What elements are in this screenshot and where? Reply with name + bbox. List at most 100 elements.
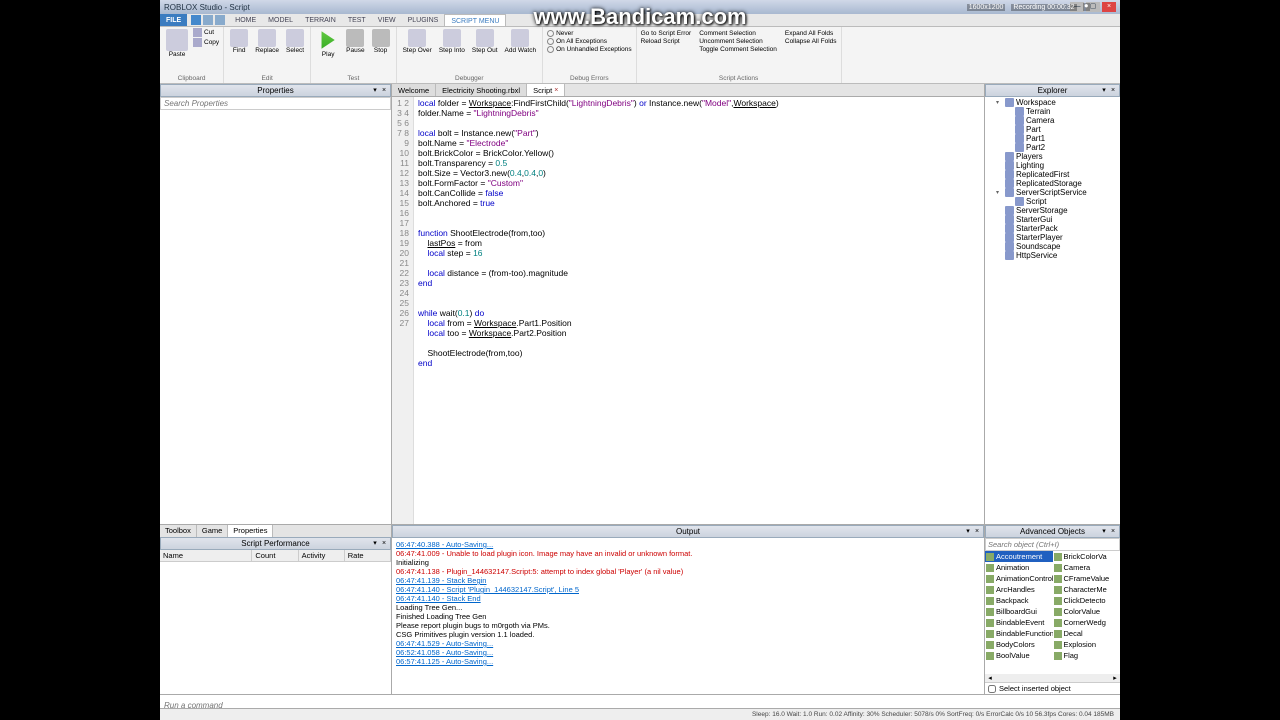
stop-button[interactable]: Stop xyxy=(370,28,392,56)
perf-col[interactable]: Count xyxy=(252,550,298,561)
expand-folds-button[interactable]: Expand All Folds xyxy=(785,30,837,37)
tab-script-menu[interactable]: SCRIPT MENU xyxy=(444,14,506,26)
step-into-button[interactable]: Step Into xyxy=(437,28,467,56)
tab-test[interactable]: TEST xyxy=(342,14,372,26)
doc-tab[interactable]: Electricity Shooting.rbxl xyxy=(436,84,527,96)
tree-node[interactable]: StarterPlayer xyxy=(986,233,1119,242)
output-body[interactable]: 06:47:40.388 - Auto-Saving...06:47:41.00… xyxy=(392,538,984,694)
tree-node[interactable]: Lighting xyxy=(986,161,1119,170)
tab-terrain[interactable]: TERRAIN xyxy=(299,14,342,26)
bottom-tab[interactable]: Toolbox xyxy=(160,525,197,537)
adv-item[interactable]: Explosion xyxy=(1053,639,1121,650)
doc-tab[interactable]: Script× xyxy=(527,84,565,96)
tab-view[interactable]: VIEW xyxy=(372,14,402,26)
adv-footer[interactable]: Select inserted object xyxy=(985,682,1120,694)
adv-item[interactable]: BodyColors xyxy=(985,639,1053,650)
command-bar[interactable] xyxy=(160,694,1120,708)
tree-node[interactable]: ▾ServerScriptService xyxy=(986,188,1119,197)
scroll-left[interactable]: ◂ xyxy=(985,674,995,682)
goto-error-button[interactable]: Go to Script Error xyxy=(641,30,692,37)
find-button[interactable]: Find xyxy=(228,28,250,56)
adv-item[interactable]: AnimationController xyxy=(985,573,1053,584)
tree-node[interactable]: ▾Workspace xyxy=(986,98,1119,107)
adv-item[interactable]: ColorValue xyxy=(1053,606,1121,617)
adv-item[interactable]: Backpack xyxy=(985,595,1053,606)
step-over-button[interactable]: Step Over xyxy=(401,28,434,56)
add-watch-button[interactable]: Add Watch xyxy=(503,28,539,56)
tree-node[interactable]: StarterGui xyxy=(986,215,1119,224)
tree-node[interactable]: Part1 xyxy=(986,134,1119,143)
adv-item[interactable]: BillboardGui xyxy=(985,606,1053,617)
close-button[interactable]: × xyxy=(1102,2,1116,12)
redo-icon[interactable] xyxy=(215,15,225,25)
play-button[interactable]: Play xyxy=(315,28,341,60)
properties-search[interactable] xyxy=(160,97,391,110)
tab-model[interactable]: MODEL xyxy=(262,14,299,26)
adv-item[interactable]: Animation xyxy=(985,562,1053,573)
explorer-tree[interactable]: ▾WorkspaceTerrainCameraPartPart1Part2Pla… xyxy=(985,97,1120,524)
tree-node[interactable]: StarterPack xyxy=(986,224,1119,233)
tree-node[interactable]: Part2 xyxy=(986,143,1119,152)
cut-button[interactable]: Cut xyxy=(193,28,219,37)
unhandled-radio[interactable]: On Unhandled Exceptions xyxy=(547,46,632,53)
pin-icon[interactable]: ▾ xyxy=(1100,87,1108,95)
adv-item[interactable]: BrickColorVa xyxy=(1053,551,1121,562)
tree-node[interactable]: ServerStorage xyxy=(986,206,1119,215)
collapse-folds-button[interactable]: Collapse All Folds xyxy=(785,38,837,45)
comment-button[interactable]: Comment Selection xyxy=(699,30,777,37)
reload-script-button[interactable]: Reload Script xyxy=(641,38,692,45)
tree-node[interactable]: ReplicatedFirst xyxy=(986,170,1119,179)
save-icon[interactable] xyxy=(191,15,201,25)
perf-col[interactable]: Activity xyxy=(299,550,345,561)
tree-node[interactable]: Part xyxy=(986,125,1119,134)
tree-node[interactable]: Script xyxy=(986,197,1119,206)
adv-item[interactable]: ClickDetecto xyxy=(1053,595,1121,606)
perf-col[interactable]: Rate xyxy=(345,550,391,561)
adv-item[interactable]: ArcHandles xyxy=(985,584,1053,595)
maximize-button[interactable]: ▢ xyxy=(1086,2,1100,12)
tree-node[interactable]: Camera xyxy=(986,116,1119,125)
paste-button[interactable]: Paste xyxy=(164,28,190,60)
toggle-comment-button[interactable]: Toggle Comment Selection xyxy=(699,46,777,53)
adv-item[interactable]: BindableFunction xyxy=(985,628,1053,639)
adv-item[interactable]: BindableEvent xyxy=(985,617,1053,628)
adv-item[interactable]: CornerWedg xyxy=(1053,617,1121,628)
uncomment-button[interactable]: Uncomment Selection xyxy=(699,38,777,45)
adv-item[interactable]: Decal xyxy=(1053,628,1121,639)
tab-home[interactable]: HOME xyxy=(229,14,262,26)
minimize-button[interactable]: — xyxy=(1070,2,1084,12)
tree-node[interactable]: Players xyxy=(986,152,1119,161)
perf-col[interactable]: Name xyxy=(160,550,252,561)
tab-file[interactable]: FILE xyxy=(160,14,187,26)
adv-item[interactable]: Accoutrement xyxy=(985,551,1053,562)
tree-node[interactable]: Terrain xyxy=(986,107,1119,116)
select-inserted-check[interactable] xyxy=(988,685,996,693)
tree-node[interactable]: Soundscape xyxy=(986,242,1119,251)
adv-item[interactable]: Flag xyxy=(1053,650,1121,661)
select-button[interactable]: Select xyxy=(284,28,306,56)
close-icon[interactable]: × xyxy=(380,87,388,95)
adv-search[interactable] xyxy=(985,538,1120,551)
adv-item[interactable]: CharacterMe xyxy=(1053,584,1121,595)
code-body[interactable]: local folder = Workspace:FindFirstChild(… xyxy=(414,97,984,524)
close-icon[interactable]: × xyxy=(554,84,558,97)
bottom-tab[interactable]: Properties xyxy=(228,525,273,537)
bottom-tab[interactable]: Game xyxy=(197,525,228,537)
never-radio[interactable]: Never xyxy=(547,30,632,37)
replace-button[interactable]: Replace xyxy=(253,28,281,56)
tab-plugins[interactable]: PLUGINS xyxy=(402,14,445,26)
step-out-button[interactable]: Step Out xyxy=(470,28,500,56)
undo-icon[interactable] xyxy=(203,15,213,25)
doc-tab[interactable]: Welcome xyxy=(392,84,436,96)
close-icon[interactable]: × xyxy=(1109,87,1117,95)
pause-button[interactable]: Pause xyxy=(344,28,366,56)
pin-icon[interactable]: ▾ xyxy=(371,87,379,95)
adv-item[interactable]: Camera xyxy=(1053,562,1121,573)
tree-node[interactable]: ReplicatedStorage xyxy=(986,179,1119,188)
adv-item[interactable]: CFrameValue xyxy=(1053,573,1121,584)
copy-button[interactable]: Copy xyxy=(193,38,219,47)
all-exceptions-radio[interactable]: On All Exceptions xyxy=(547,38,632,45)
code-editor[interactable]: 1 2 3 4 5 6 7 8 9 10 11 12 13 14 15 16 1… xyxy=(392,97,984,524)
scroll-right[interactable]: ▸ xyxy=(1110,674,1120,682)
tree-node[interactable]: HttpService xyxy=(986,251,1119,260)
